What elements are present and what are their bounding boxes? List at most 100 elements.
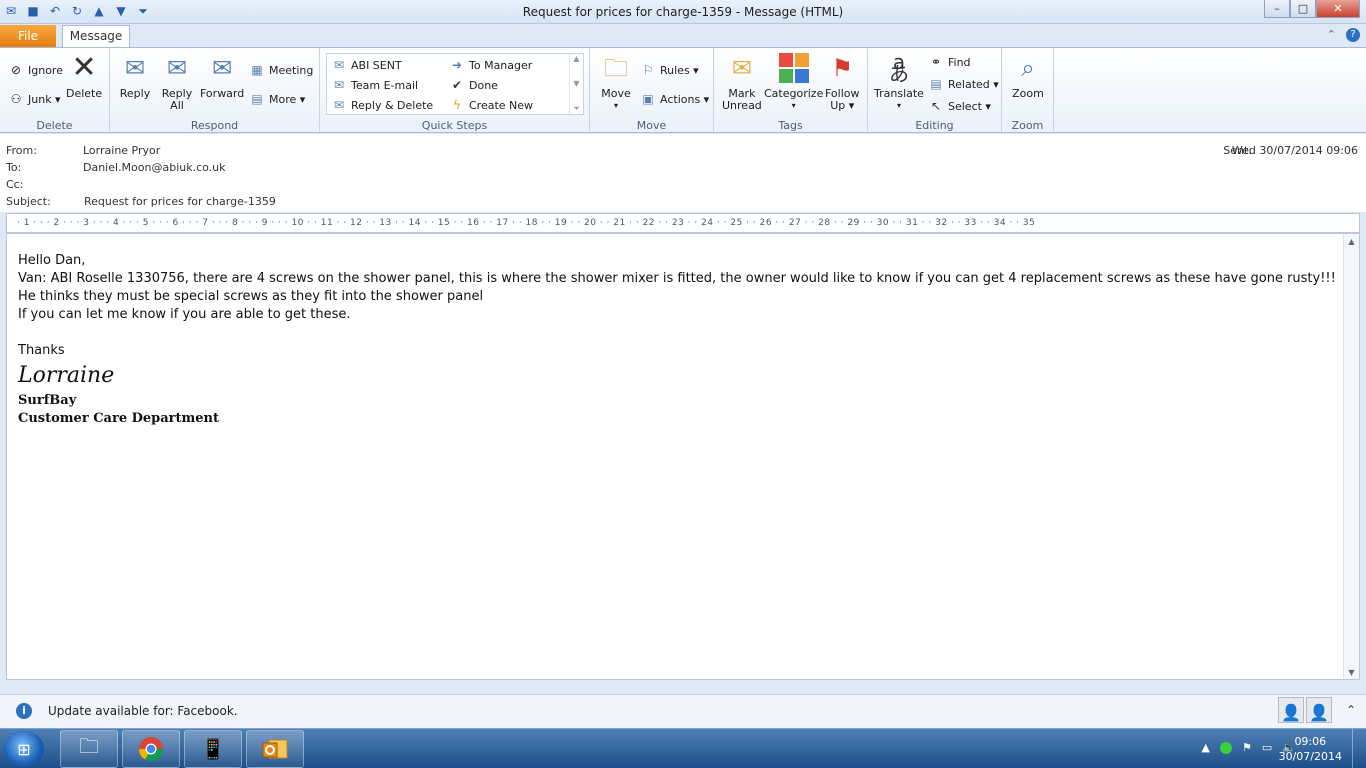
move-button[interactable]: 🗀 Move ▾: [600, 52, 632, 112]
body-paragraph-1: Van: ABI Roselle 1330756, there are 4 sc…: [18, 271, 1336, 304]
status-green-icon[interactable]: [1220, 741, 1233, 754]
network-icon[interactable]: ▭: [1262, 741, 1272, 754]
quickstep-create-new[interactable]: ϟ Create New: [449, 97, 533, 113]
reply-all-button[interactable]: ✉ Reply All: [161, 52, 193, 112]
quickstep-done[interactable]: ✔ Done: [449, 77, 498, 93]
more-icon: ▤: [251, 92, 263, 106]
related-icon: ▤: [930, 77, 942, 91]
group-label-zoom: Zoom: [1011, 119, 1044, 132]
to-value[interactable]: Daniel.Moon@abiuk.co.uk: [83, 161, 226, 174]
minimize-ribbon-icon[interactable]: ⌃: [1327, 28, 1336, 42]
delete-button[interactable]: ✕ Delete: [66, 52, 102, 100]
phone-app-taskbar-icon[interactable]: 📱: [184, 730, 242, 768]
group-label-respond: Respond: [190, 119, 239, 132]
minimize-button[interactable]: –: [1264, 0, 1290, 18]
categorize-icon: [778, 52, 810, 84]
windows-taskbar: ⊞ 🗀 📱 ▲ ⚑ ▭ 🔈 09:06 30/07/2014: [0, 728, 1366, 768]
find-button[interactable]: ⚭ Find: [928, 54, 971, 70]
message-header: From: Lorraine Pryor To: Daniel.Moon@abi…: [0, 134, 1366, 212]
cursor-icon: ↖: [930, 99, 942, 113]
contact-avatar[interactable]: 👤: [1278, 697, 1304, 723]
outlook-taskbar-icon[interactable]: [246, 730, 304, 768]
greeting: Hello Dan,: [18, 253, 86, 268]
info-icon: i: [16, 703, 32, 719]
mark-unread-button[interactable]: ✉ Mark Unread: [722, 52, 762, 112]
scroll-up-arrow[interactable]: ▲: [1344, 234, 1359, 248]
folder-move-icon: 🗀: [604, 54, 628, 82]
rules-icon: ⚐: [642, 63, 654, 77]
actions-button[interactable]: ▣ Actions ▾: [640, 91, 709, 107]
ribbon-tabs: File Message ⌃ ?: [0, 24, 1366, 48]
zoom-group: ⌕ Zoom Zoom: [1002, 48, 1054, 134]
explorer-taskbar-icon[interactable]: 🗀: [60, 730, 118, 768]
categorize-button[interactable]: Categorize ▾: [764, 52, 823, 112]
more-respond-button[interactable]: ▤ More ▾: [249, 91, 305, 107]
window-title: Request for prices for charge-1359 - Mes…: [522, 5, 844, 19]
show-hidden-icons[interactable]: ▲: [1202, 741, 1210, 754]
reply-delete-icon: ✉: [333, 98, 345, 112]
select-button[interactable]: ↖ Select ▾: [928, 98, 991, 114]
start-button[interactable]: ⊞: [4, 731, 44, 767]
contact-avatar[interactable]: 👤: [1306, 697, 1332, 723]
expand-gallery-icon[interactable]: ⏷: [573, 104, 579, 114]
group-label-editing: Editing: [915, 119, 954, 132]
follow-up-button[interactable]: ⚑ Follow Up ▾: [825, 52, 860, 112]
vertical-scrollbar[interactable]: ▲ ▼: [1343, 234, 1359, 679]
to-label: To:: [6, 161, 22, 174]
meeting-button[interactable]: ▦ Meeting: [249, 62, 313, 78]
scroll-up-icon[interactable]: ▲: [573, 54, 579, 63]
quickstep-reply-delete[interactable]: ✉ Reply & Delete: [331, 97, 433, 113]
related-button[interactable]: ▤ Related ▾: [928, 76, 998, 92]
checkmark-icon: ✔: [451, 78, 463, 92]
close-button[interactable]: ✕: [1316, 0, 1360, 18]
from-value[interactable]: Lorraine Pryor: [83, 144, 160, 157]
forward-arrow-icon: ➜: [451, 58, 463, 72]
chrome-icon: [139, 737, 163, 762]
delete-group: ⊘ Ignore ⚇ Junk ▾ ✕ Delete Delete: [0, 48, 110, 134]
magnifier-icon: ⌕: [1021, 54, 1035, 82]
maximize-button[interactable]: □: [1290, 0, 1316, 18]
body-paragraph-2: If you can let me know if you are able t…: [18, 307, 351, 322]
expand-people-pane-icon[interactable]: ⌃: [1346, 703, 1356, 717]
translate-button[interactable]: aあ Translate ▾: [874, 52, 924, 112]
mail-icon: ✉: [333, 58, 345, 72]
action-center-flag-icon[interactable]: ⚑: [1242, 741, 1252, 754]
forward-button[interactable]: ✉ Forward: [200, 52, 244, 100]
subject-value: Request for prices for charge-1359: [84, 195, 276, 208]
subject-label: Subject:: [6, 195, 51, 208]
taskbar-clock[interactable]: 09:06 30/07/2014: [1279, 734, 1342, 764]
ruler-ticks: · 1 · · · 2 · · · 3 · · · 4 · · · 5 · · …: [17, 218, 1036, 228]
signature-name: Lorraine: [18, 363, 115, 388]
rules-button[interactable]: ⚐ Rules ▾: [640, 62, 699, 78]
red-flag-icon: ⚑: [831, 54, 853, 82]
quickstep-team-email[interactable]: ✉ Team E-mail: [331, 77, 418, 93]
chrome-taskbar-icon[interactable]: [122, 730, 180, 768]
sent-value: Wed 30/07/2014 09:06: [1231, 144, 1358, 157]
quickstep-to-manager[interactable]: ➜ To Manager: [449, 57, 532, 73]
tab-file[interactable]: File: [0, 25, 56, 47]
editing-group: aあ Translate ▾ ⚭ Find ▤ Related ▾ ↖ Sele…: [868, 48, 1002, 134]
message-body[interactable]: Hello Dan, Van: ABI Roselle 1330756, the…: [6, 233, 1360, 680]
scroll-down-icon[interactable]: ▼: [573, 79, 579, 88]
infobar-text[interactable]: Update available for: Facebook.: [48, 704, 238, 718]
show-desktop-button[interactable]: [1352, 729, 1366, 768]
move-group: 🗀 Move ▾ ⚐ Rules ▾ ▣ Actions ▾ Move: [590, 48, 714, 134]
tab-message[interactable]: Message: [62, 25, 130, 48]
clock-date: 30/07/2014: [1278, 750, 1342, 763]
actions-icon: ▣: [642, 92, 654, 106]
help-icon[interactable]: ?: [1346, 28, 1360, 42]
ruler[interactable]: · 1 · · · 2 · · · 3 · · · 4 · · · 5 · · …: [6, 213, 1360, 233]
quickstep-abi-sent[interactable]: ✉ ABI SENT: [331, 57, 402, 73]
group-label-delete: Delete: [36, 119, 73, 132]
zoom-button[interactable]: ⌕ Zoom: [1012, 52, 1044, 100]
junk-button[interactable]: ⚇ Junk ▾: [8, 91, 61, 107]
reply-icon: ✉: [124, 54, 146, 82]
scroll-down-arrow[interactable]: ▼: [1344, 665, 1359, 679]
clock-time: 09:06: [1294, 735, 1327, 748]
binoculars-icon: ⚭: [930, 55, 942, 69]
quick-steps-gallery: ✉ ABI SENT ➜ To Manager ✉ Team E-mail ✔ …: [326, 53, 584, 115]
from-label: From:: [6, 144, 37, 157]
reply-button[interactable]: ✉ Reply: [119, 52, 151, 100]
ignore-button[interactable]: ⊘ Ignore: [8, 62, 63, 78]
quick-steps-scroll[interactable]: ▲ ▼ ⏷: [569, 54, 583, 114]
